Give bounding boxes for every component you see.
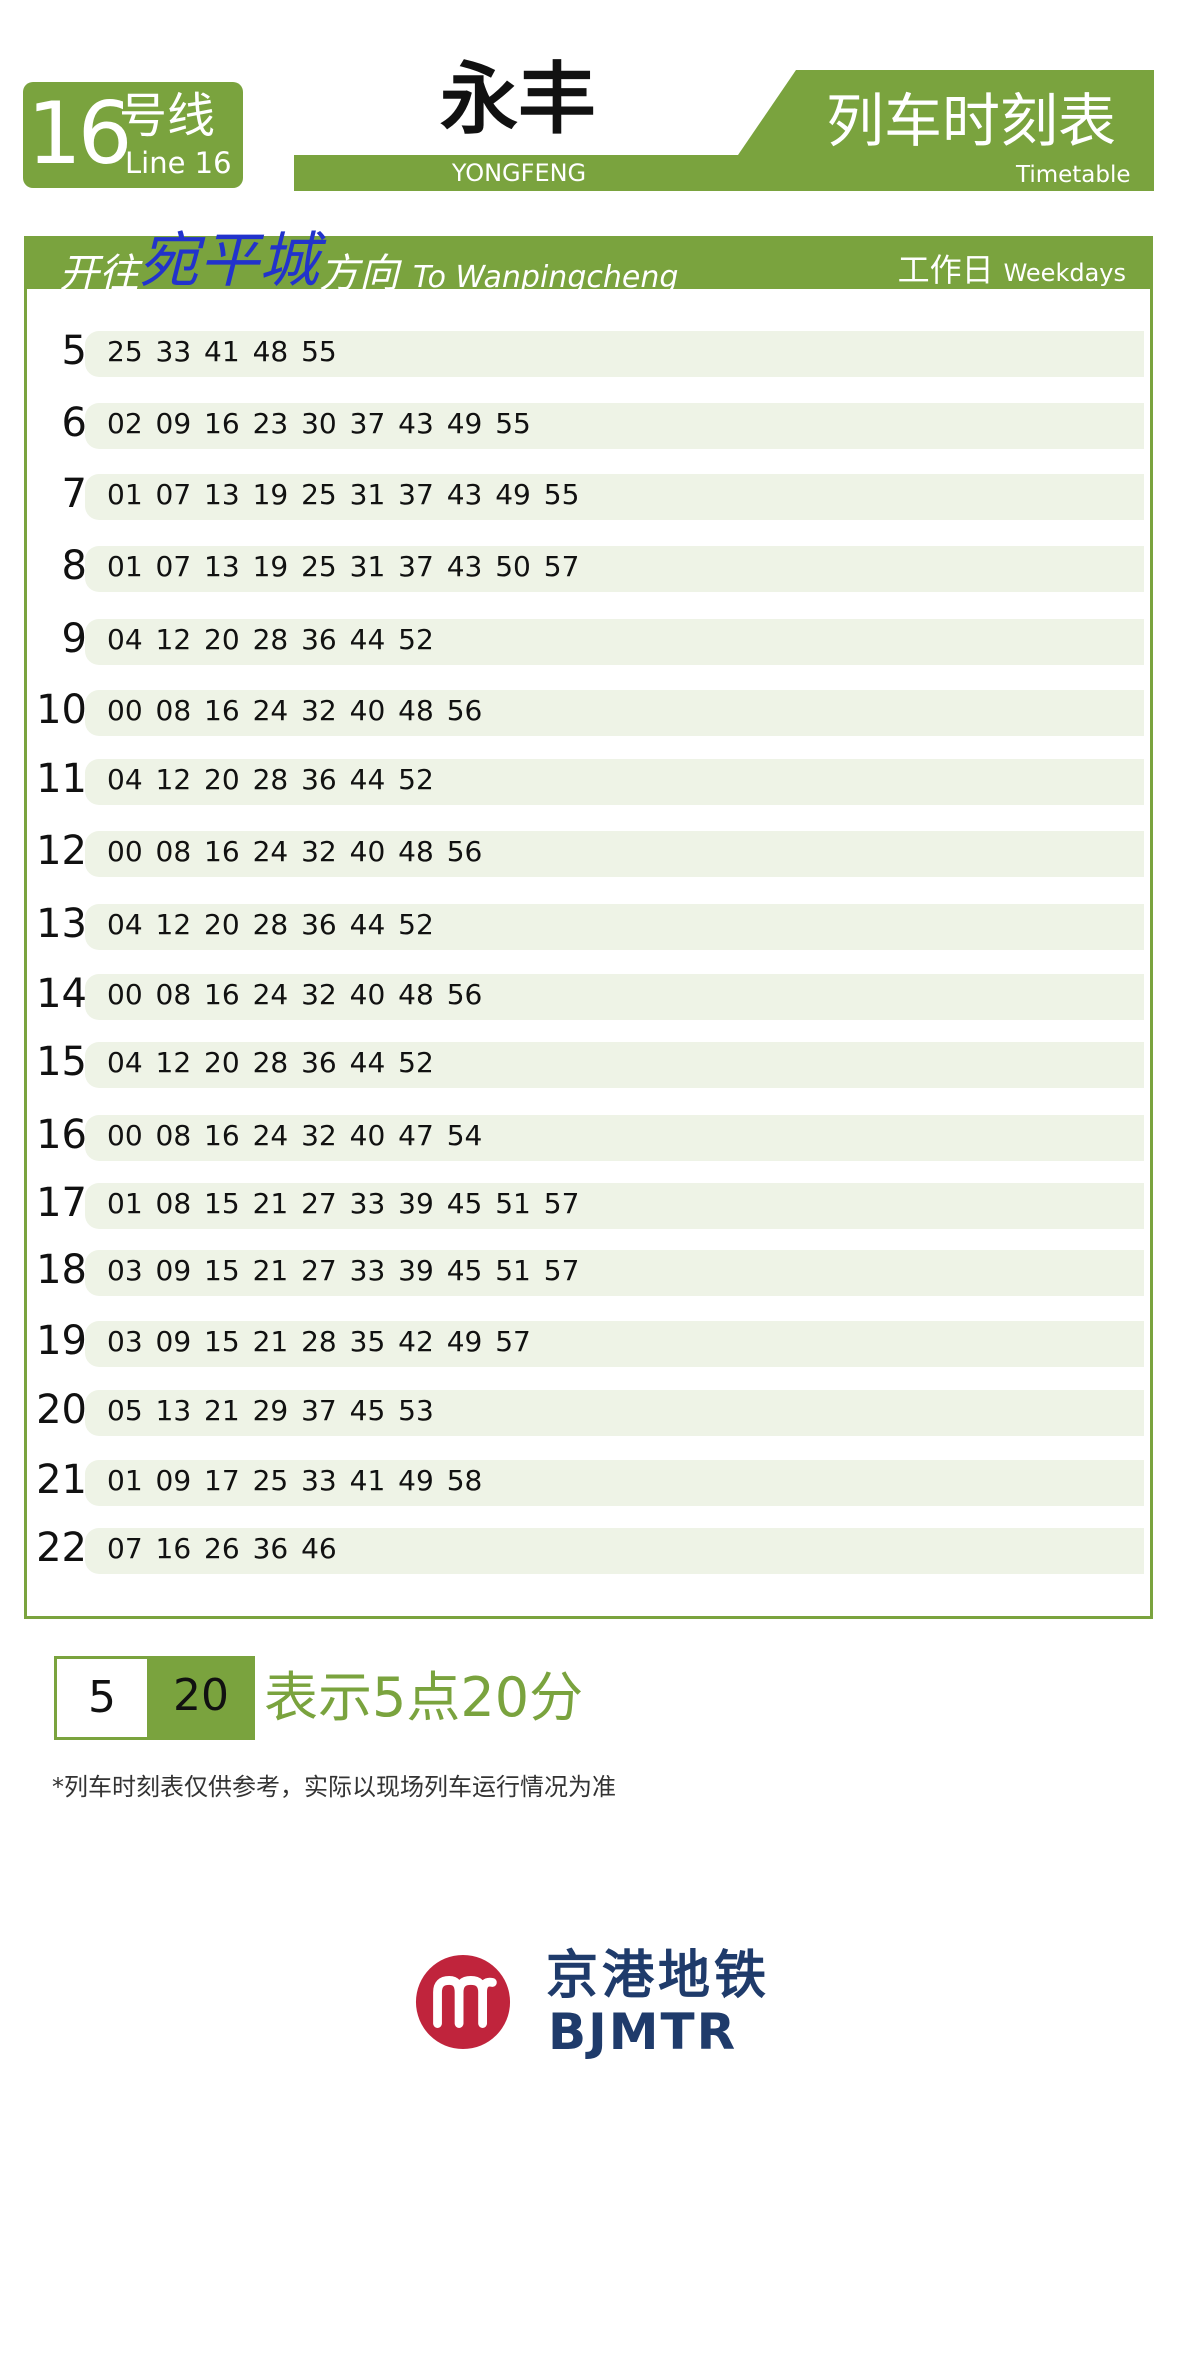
service-day-cn: 工作日 xyxy=(897,251,994,289)
minute-list: 01 08 15 21 27 33 39 45 51 57 xyxy=(107,1187,580,1220)
minute-list: 00 08 16 24 32 40 47 54 xyxy=(107,1119,483,1152)
hour-label: 15 xyxy=(36,1039,87,1085)
direction-header: 开往宛平城方向 To Wanpingcheng 工作日 Weekdays xyxy=(27,231,1150,297)
timetable-title-en: Timetable xyxy=(1016,162,1131,188)
service-day-en: Weekdays xyxy=(1003,259,1126,287)
minute-list: 00 08 16 24 32 40 48 56 xyxy=(107,978,483,1011)
direction-english: To Wanpingcheng xyxy=(413,260,679,295)
hour-label: 13 xyxy=(36,901,87,947)
timetable-panel: 开往宛平城方向 To Wanpingcheng 工作日 Weekdays 5 25 3… xyxy=(24,231,1153,1619)
hour-label: 8 xyxy=(61,543,87,589)
minute-list: 04 12 20 28 36 44 52 xyxy=(107,908,434,941)
minute-list: 01 07 13 19 25 31 37 43 49 55 xyxy=(107,478,580,511)
hour-label: 20 xyxy=(36,1387,87,1433)
minute-list: 03 09 15 21 27 33 39 45 51 57 xyxy=(107,1254,580,1287)
timetable-row: 10 00 08 16 24 32 40 48 56 xyxy=(27,678,1150,738)
timetable-row: 20 05 13 21 29 37 45 53 xyxy=(27,1378,1150,1438)
timetable-row: 15 04 12 20 28 36 44 52 xyxy=(27,1030,1150,1090)
hour-label: 5 xyxy=(61,328,87,374)
timetable-row: 6 02 09 16 23 30 37 43 49 55 xyxy=(27,391,1150,451)
timetable-row: 7 01 07 13 19 25 31 37 43 49 55 xyxy=(27,462,1150,522)
timetable-row: 8 01 07 13 19 25 31 37 43 50 57 xyxy=(27,534,1150,594)
minute-list: 00 08 16 24 32 40 48 56 xyxy=(107,835,483,868)
hour-label: 11 xyxy=(36,756,87,802)
hour-label: 19 xyxy=(36,1318,87,1364)
legend-text: 表示5点20分 xyxy=(264,1666,584,1729)
hour-label: 18 xyxy=(36,1247,87,1293)
direction-label: 开往宛平城方向 To Wanpingcheng xyxy=(59,231,678,297)
hour-label: 16 xyxy=(36,1112,87,1158)
timetable-row: 9 04 12 20 28 36 44 52 xyxy=(27,607,1150,667)
timetable-row: 12 00 08 16 24 32 40 48 56 xyxy=(27,819,1150,879)
legend-hour-box: 5 xyxy=(54,1656,150,1740)
line-badge: 16 号线 Line 16 xyxy=(23,82,243,188)
minute-list: 01 09 17 25 33 41 49 58 xyxy=(107,1464,483,1497)
minute-list: 04 12 20 28 36 44 52 xyxy=(107,623,434,656)
minute-list: 03 09 15 21 28 35 42 49 57 xyxy=(107,1325,531,1358)
timetable-row: 14 00 08 16 24 32 40 48 56 xyxy=(27,962,1150,1022)
timetable-title-cn: 列车时刻表 xyxy=(826,87,1117,155)
disclaimer-note: *列车时刻表仅供参考，实际以现场列车运行情况为准 xyxy=(52,1773,616,1801)
timetable-row: 11 04 12 20 28 36 44 52 xyxy=(27,747,1150,807)
minute-list: 05 13 21 29 37 45 53 xyxy=(107,1394,434,1427)
minute-list: 07 16 26 36 46 xyxy=(107,1532,337,1565)
timetable-row: 13 04 12 20 28 36 44 52 xyxy=(27,892,1150,952)
logo-name-en: BJMTR xyxy=(548,2003,738,2061)
hour-label: 17 xyxy=(36,1180,87,1226)
hour-label: 14 xyxy=(36,971,87,1017)
bjmtr-logo-icon xyxy=(415,1954,511,2050)
timetable-row: 18 03 09 15 21 27 33 39 45 51 57 xyxy=(27,1238,1150,1298)
service-day: 工作日 Weekdays xyxy=(898,245,1126,291)
hour-label: 6 xyxy=(61,400,87,446)
hour-label: 10 xyxy=(36,687,87,733)
hour-label: 7 xyxy=(61,471,87,517)
timetable-row: 21 01 09 17 25 33 41 49 58 xyxy=(27,1448,1150,1508)
direction-prefix: 开往 xyxy=(59,251,139,297)
logo-name-cn: 京港地铁 xyxy=(546,1946,771,2006)
minute-list: 00 08 16 24 32 40 48 56 xyxy=(107,694,483,727)
minute-list: 01 07 13 19 25 31 37 43 50 57 xyxy=(107,550,580,583)
minute-list: 25 33 41 48 55 xyxy=(107,335,337,368)
minute-list: 02 09 16 23 30 37 43 49 55 xyxy=(107,407,531,440)
timetable-row: 5 25 33 41 48 55 xyxy=(27,319,1150,379)
line-number: 16 xyxy=(27,84,132,184)
timetable-row: 16 00 08 16 24 32 40 47 54 xyxy=(27,1103,1150,1163)
station-name-en: YONGFENG xyxy=(451,159,587,187)
timetable-row: 19 03 09 15 21 28 35 42 49 57 xyxy=(27,1309,1150,1369)
hour-label: 12 xyxy=(36,828,87,874)
minute-list: 04 12 20 28 36 44 52 xyxy=(107,1046,434,1079)
line-label-cn: 号线 xyxy=(119,88,216,144)
timetable-row: 17 01 08 15 21 27 33 39 45 51 57 xyxy=(27,1171,1150,1231)
hour-label: 22 xyxy=(36,1525,87,1571)
timetable-row: 22 07 16 26 36 46 xyxy=(27,1516,1150,1576)
hour-label: 9 xyxy=(61,616,87,662)
minute-list: 04 12 20 28 36 44 52 xyxy=(107,763,434,796)
direction-suffix: 方向 xyxy=(319,251,399,297)
destination-name: 宛平城 xyxy=(139,226,319,296)
hour-label: 21 xyxy=(36,1457,87,1503)
line-label-en: Line 16 xyxy=(125,146,232,180)
station-name-cn: 永丰 xyxy=(439,55,596,145)
legend-minute-box: 20 xyxy=(147,1656,255,1740)
